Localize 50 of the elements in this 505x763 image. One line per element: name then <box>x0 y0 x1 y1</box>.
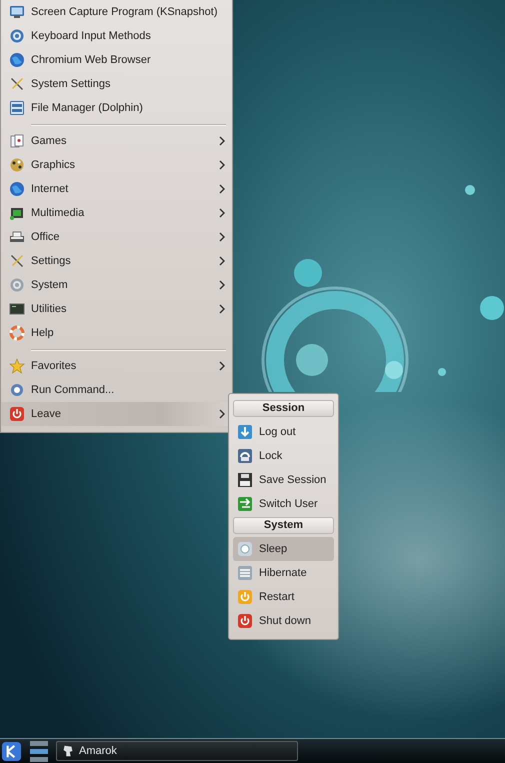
menu-item[interactable]: Graphics <box>1 153 232 177</box>
lifebuoy-icon <box>9 325 25 341</box>
menu-item[interactable]: File Manager (Dolphin) <box>1 96 232 120</box>
menu-item[interactable]: Switch User <box>233 492 334 516</box>
monitor-icon <box>9 4 25 20</box>
terminal-icon <box>9 301 25 317</box>
menu-item[interactable]: Sleep <box>233 537 334 561</box>
section-header: System <box>233 517 334 534</box>
section-header: Session <box>233 400 334 417</box>
film-icon <box>9 205 25 221</box>
arrow-down-icon <box>237 424 253 440</box>
pager-icon[interactable] <box>30 740 48 762</box>
launcher-icon[interactable] <box>1 740 22 762</box>
globe-icon <box>9 52 25 68</box>
menu-item[interactable]: Keyboard Input Methods <box>1 24 232 48</box>
cards-icon <box>9 133 25 149</box>
menu-item[interactable]: Internet <box>1 177 232 201</box>
menu-item[interactable]: Screen Capture Program (KSnapshot) <box>1 0 232 24</box>
globe-icon <box>9 181 25 197</box>
task-button[interactable]: Amarok <box>56 741 298 761</box>
menu-item[interactable]: Chromium Web Browser <box>1 48 232 72</box>
menu-item[interactable]: Shut down <box>233 609 334 633</box>
menu-item[interactable]: Hibernate <box>233 561 334 585</box>
menu-item[interactable]: Settings <box>1 249 232 273</box>
file-manager-icon <box>9 100 25 116</box>
menu-item[interactable]: Office <box>1 225 232 249</box>
star-icon <box>9 358 25 374</box>
menu-item[interactable]: Games <box>1 129 232 153</box>
floppy-icon <box>237 472 253 488</box>
printer-icon <box>9 229 25 245</box>
menu-item[interactable]: Run Command... <box>1 378 232 402</box>
menu-item[interactable]: Favorites <box>1 354 232 378</box>
menu-item[interactable]: Save Session <box>233 468 334 492</box>
paint-icon <box>9 157 25 173</box>
menu-item[interactable]: Log out <box>233 420 334 444</box>
menu-item[interactable]: Utilities <box>1 297 232 321</box>
menu-item[interactable]: System <box>1 273 232 297</box>
power-icon <box>237 613 253 629</box>
menu-item[interactable]: Lock <box>233 444 334 468</box>
menu-item[interactable]: System Settings <box>1 72 232 96</box>
stack-icon <box>237 565 253 581</box>
lock-icon <box>237 448 253 464</box>
menu-item[interactable]: Help <box>1 321 232 345</box>
switch-arrows-icon <box>237 496 253 512</box>
menu-item[interactable]: Multimedia <box>1 201 232 225</box>
power-icon <box>9 406 25 422</box>
menu-item[interactable]: Restart <box>233 585 334 609</box>
power-icon <box>237 589 253 605</box>
tools-icon <box>9 76 25 92</box>
tools-icon <box>9 253 25 269</box>
